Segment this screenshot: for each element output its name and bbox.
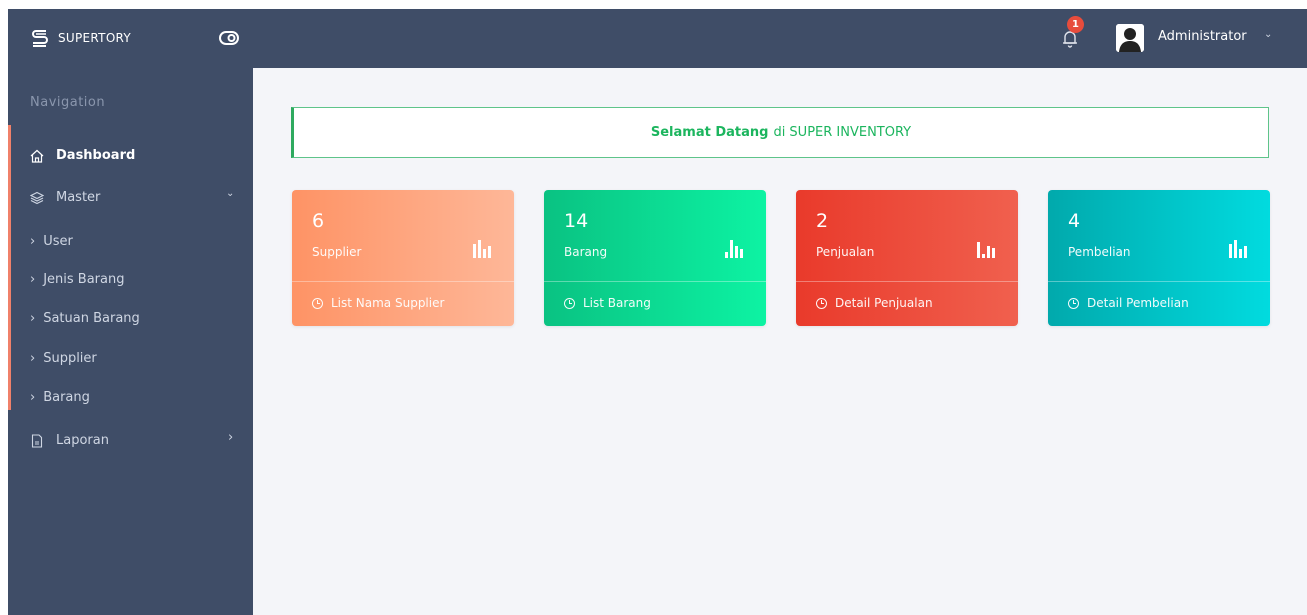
- card-divider: [292, 281, 514, 282]
- card-footer-label: List Nama Supplier: [331, 296, 445, 310]
- brand-name: SUPERTORY: [58, 31, 132, 45]
- avatar[interactable]: [1116, 24, 1144, 52]
- sidebar-toggle-icon[interactable]: [219, 31, 239, 45]
- home-icon: [30, 149, 44, 163]
- sidebar-subitem-supplier[interactable]: › Supplier: [30, 351, 97, 366]
- card-footer-link[interactable]: List Nama Supplier: [312, 296, 444, 310]
- bar-chart-icon: [725, 240, 743, 258]
- sidebar-subitem-label: Supplier: [43, 351, 97, 366]
- welcome-banner: Selamat Datang di SUPER INVENTORY: [291, 107, 1269, 158]
- card-footer-label: List Barang: [583, 296, 651, 310]
- bar-chart-icon: [977, 242, 995, 258]
- top-navbar: SUPERTORY 1 Administrator ⌄: [8, 9, 1307, 68]
- card-footer-label: Detail Pembelian: [1087, 296, 1189, 310]
- clock-icon: [312, 297, 323, 309]
- brand[interactable]: SUPERTORY: [30, 26, 131, 50]
- nav-caption: Navigation: [30, 95, 106, 110]
- card-value: 6: [312, 210, 325, 232]
- card-label: Penjualan: [816, 245, 875, 259]
- chevron-right-icon: ›: [30, 311, 36, 326]
- sidebar: Navigation Dashboard Master ⌄ › User › J…: [8, 68, 253, 615]
- card-divider: [1048, 281, 1270, 282]
- sidebar-subitem-barang[interactable]: › Barang: [30, 390, 90, 405]
- chevron-right-icon: ›: [30, 234, 36, 249]
- chevron-right-icon[interactable]: ›: [228, 430, 233, 445]
- clock-icon: [1068, 297, 1079, 309]
- card-footer-label: Detail Penjualan: [835, 296, 933, 310]
- brand-s-icon: [32, 30, 48, 47]
- stat-card-penjualan[interactable]: 2 Penjualan Detail Penjualan: [796, 190, 1018, 326]
- sidebar-subitem-satuan-barang[interactable]: › Satuan Barang: [30, 311, 140, 326]
- bar-chart-icon: [473, 240, 491, 258]
- card-footer-link[interactable]: List Barang: [564, 296, 651, 310]
- chevron-down-icon[interactable]: ⌄: [1264, 29, 1272, 40]
- card-footer-link[interactable]: Detail Pembelian: [1068, 296, 1189, 310]
- card-label: Barang: [564, 245, 608, 259]
- active-indicator: [8, 125, 11, 410]
- sidebar-item-label: Master: [56, 190, 101, 205]
- welcome-bold: Selamat Datang: [650, 125, 769, 140]
- card-label: Pembelian: [1068, 245, 1131, 259]
- chevron-right-icon: ›: [30, 390, 36, 405]
- chevron-right-icon: ›: [30, 351, 36, 366]
- clock-icon: [564, 297, 575, 309]
- layers-icon: [30, 191, 44, 204]
- chevron-down-icon[interactable]: ⌄: [226, 188, 234, 199]
- card-footer-link[interactable]: Detail Penjualan: [816, 296, 933, 310]
- sidebar-item-dashboard[interactable]: Dashboard: [30, 148, 135, 163]
- clock-icon: [816, 297, 827, 309]
- bar-chart-icon: [1229, 240, 1247, 258]
- stat-card-pembelian[interactable]: 4 Pembelian Detail Pembelian: [1048, 190, 1270, 326]
- sidebar-subitem-label: User: [43, 234, 73, 249]
- sidebar-subitem-label: Barang: [43, 390, 90, 405]
- sidebar-item-label: Dashboard: [56, 148, 136, 163]
- sidebar-item-laporan[interactable]: Laporan: [30, 433, 109, 448]
- card-value: 2: [816, 210, 829, 232]
- user-name[interactable]: Administrator: [1158, 29, 1247, 44]
- card-value: 4: [1068, 210, 1081, 232]
- sidebar-item-master[interactable]: Master: [30, 190, 100, 205]
- sidebar-subitem-label: Satuan Barang: [43, 311, 140, 326]
- user-silhouette-icon: [1116, 24, 1144, 52]
- card-divider: [796, 281, 1018, 282]
- chevron-right-icon: ›: [30, 272, 36, 287]
- sidebar-item-label: Laporan: [56, 433, 109, 448]
- card-value: 14: [564, 210, 589, 232]
- stat-card-barang[interactable]: 14 Barang List Barang: [544, 190, 766, 326]
- card-label: Supplier: [312, 245, 362, 259]
- welcome-text: di SUPER INVENTORY: [773, 125, 912, 140]
- notification-badge: 1: [1067, 16, 1084, 33]
- file-icon: [31, 433, 43, 448]
- stat-card-supplier[interactable]: 6 Supplier List Nama Supplier: [292, 190, 514, 326]
- app-frame: SUPERTORY 1 Administrator ⌄ Navigation D…: [8, 9, 1307, 615]
- sidebar-subitem-user[interactable]: › User: [30, 234, 73, 249]
- card-divider: [544, 281, 766, 282]
- sidebar-subitem-label: Jenis Barang: [43, 272, 125, 287]
- sidebar-subitem-jenis-barang[interactable]: › Jenis Barang: [30, 272, 124, 287]
